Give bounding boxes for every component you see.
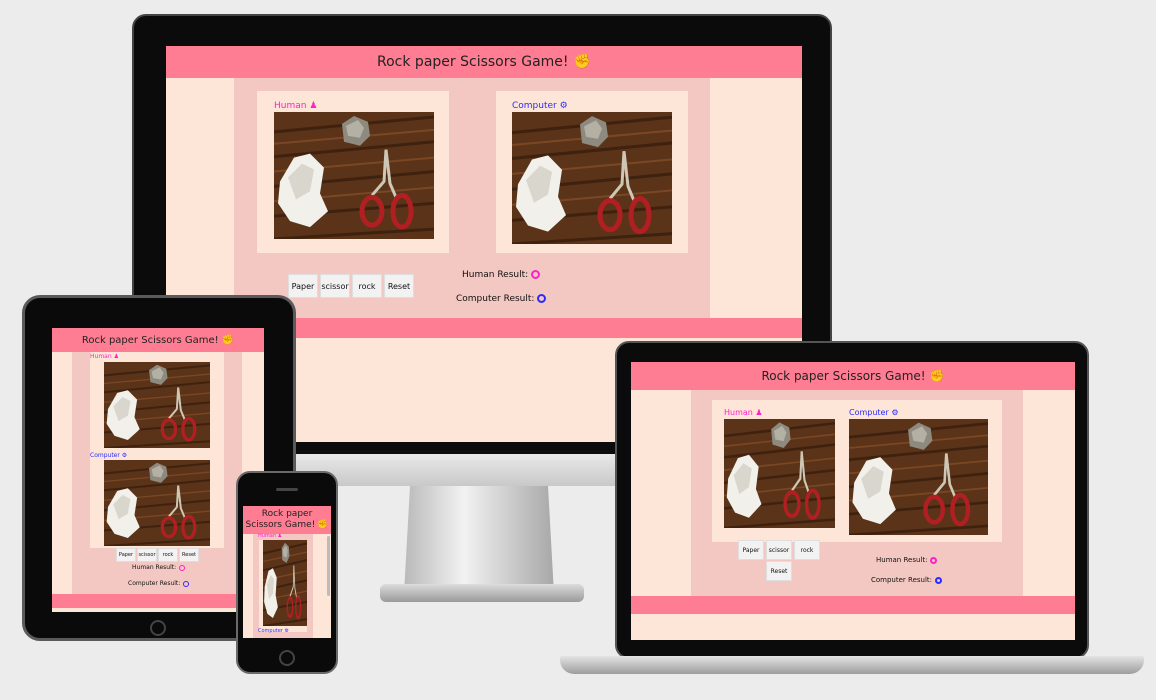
laptop-screen: Rock paper Scissors Game! ✊ Human ♟ Comp… xyxy=(631,362,1075,640)
tablet-header: Rock paper Scissors Game! ✊ xyxy=(52,328,264,352)
hand-fist-icon: ✊ xyxy=(929,369,945,383)
reset-button[interactable]: Reset xyxy=(766,561,792,581)
computer-choice-image xyxy=(512,112,672,244)
human-card: Human ♟ xyxy=(90,352,224,452)
paper-button[interactable]: Paper xyxy=(116,548,136,562)
rock-button[interactable]: rock xyxy=(352,274,382,298)
computer-choice-image xyxy=(104,460,210,546)
computer-result: Computer Result: xyxy=(456,294,547,304)
tablet-game-panel: Human ♟ Computer ⚙ Paper scissor rock Re… xyxy=(72,352,242,600)
tablet-footer xyxy=(52,594,264,608)
desktop-game-panel: Human ♟ Computer ⚙ Paper scissor rock Re… xyxy=(234,78,710,318)
reset-button[interactable]: Reset xyxy=(179,548,199,562)
scissor-button[interactable]: scissor xyxy=(320,274,350,298)
tablet-screen: Rock paper Scissors Game! ✊ Human ♟ Comp… xyxy=(52,328,264,612)
robot-icon: ⚙ xyxy=(559,101,568,111)
site-title-line1: Rock paper xyxy=(261,509,313,519)
computer-label: Computer ⚙ xyxy=(849,408,899,417)
phone-header: Rock paper Scissors Game! ✊ xyxy=(243,506,331,534)
tablet-home-button xyxy=(150,620,166,636)
human-label: Human ♟ xyxy=(274,101,318,111)
human-result: Human Result: xyxy=(876,556,938,564)
phone-speaker xyxy=(276,488,298,491)
laptop-footer xyxy=(631,596,1075,614)
phone-scrollbar[interactable] xyxy=(327,536,330,596)
computer-choice-image xyxy=(849,419,988,535)
computer-label: Computer ⚙ xyxy=(258,628,289,634)
phone-screen: Rock paper Scissors Game! ✊ Human ♟ Compu… xyxy=(243,506,331,638)
human-choice-image[interactable] xyxy=(263,540,307,626)
scissor-button[interactable]: scissor xyxy=(766,540,792,560)
phone-home-button xyxy=(279,650,295,666)
paper-button[interactable]: Paper xyxy=(738,540,764,560)
computer-label: Computer ⚙ xyxy=(512,101,568,111)
laptop-base xyxy=(560,656,1144,674)
paper-button[interactable]: Paper xyxy=(288,274,318,298)
laptop-header: Rock paper Scissors Game! ✊ xyxy=(631,362,1075,390)
computer-label: Computer ⚙ xyxy=(90,452,128,459)
human-card: Human ♟ xyxy=(257,91,449,253)
hand-fist-icon: ✊ xyxy=(573,54,591,70)
rock-button[interactable]: rock xyxy=(794,540,820,560)
computer-card: Computer ⚙ xyxy=(90,452,224,548)
site-title: Rock paper Scissors Game! xyxy=(81,334,219,346)
site-title: Rock paper Scissors Game! xyxy=(377,54,569,70)
computer-result: Computer Result: xyxy=(128,580,190,587)
hand-fist-icon: ✊ xyxy=(221,334,235,346)
hand-fist-icon: ✊ xyxy=(317,520,329,530)
user-icon: ♟ xyxy=(755,408,763,417)
human-result: Human Result: xyxy=(132,564,186,571)
human-label: Human ♟ xyxy=(724,408,763,417)
laptop-game-panel: Human ♟ Computer ⚙ Paper scissor rock Re… xyxy=(691,390,1023,596)
computer-result: Computer Result: xyxy=(871,576,943,584)
monitor-base xyxy=(380,584,584,602)
human-choice-image[interactable] xyxy=(104,362,210,448)
human-label: Human ♟ xyxy=(90,353,119,360)
site-title: Rock paper Scissors Game! xyxy=(761,369,926,383)
user-icon: ♟ xyxy=(277,533,283,539)
human-choice-image[interactable] xyxy=(724,419,835,528)
monitor-stand xyxy=(404,486,554,594)
scissor-button[interactable]: scissor xyxy=(137,548,157,562)
phone-game-panel: Human ♟ Computer ⚙ xyxy=(253,533,313,638)
human-label: Human ♟ xyxy=(258,533,283,539)
robot-icon: ⚙ xyxy=(891,408,899,417)
user-icon: ♟ xyxy=(113,353,119,360)
desktop-header: Rock paper Scissors Game! ✊ xyxy=(166,46,802,78)
robot-icon: ⚙ xyxy=(284,628,289,634)
rock-button[interactable]: rock xyxy=(158,548,178,562)
human-choice-image[interactable] xyxy=(274,112,434,239)
user-icon: ♟ xyxy=(309,101,318,111)
reset-button[interactable]: Reset xyxy=(384,274,414,298)
human-result: Human Result: xyxy=(462,270,541,280)
site-title-line2: Scissors Game! xyxy=(245,520,316,530)
computer-card: Computer ⚙ xyxy=(496,91,688,253)
robot-icon: ⚙ xyxy=(121,452,128,459)
